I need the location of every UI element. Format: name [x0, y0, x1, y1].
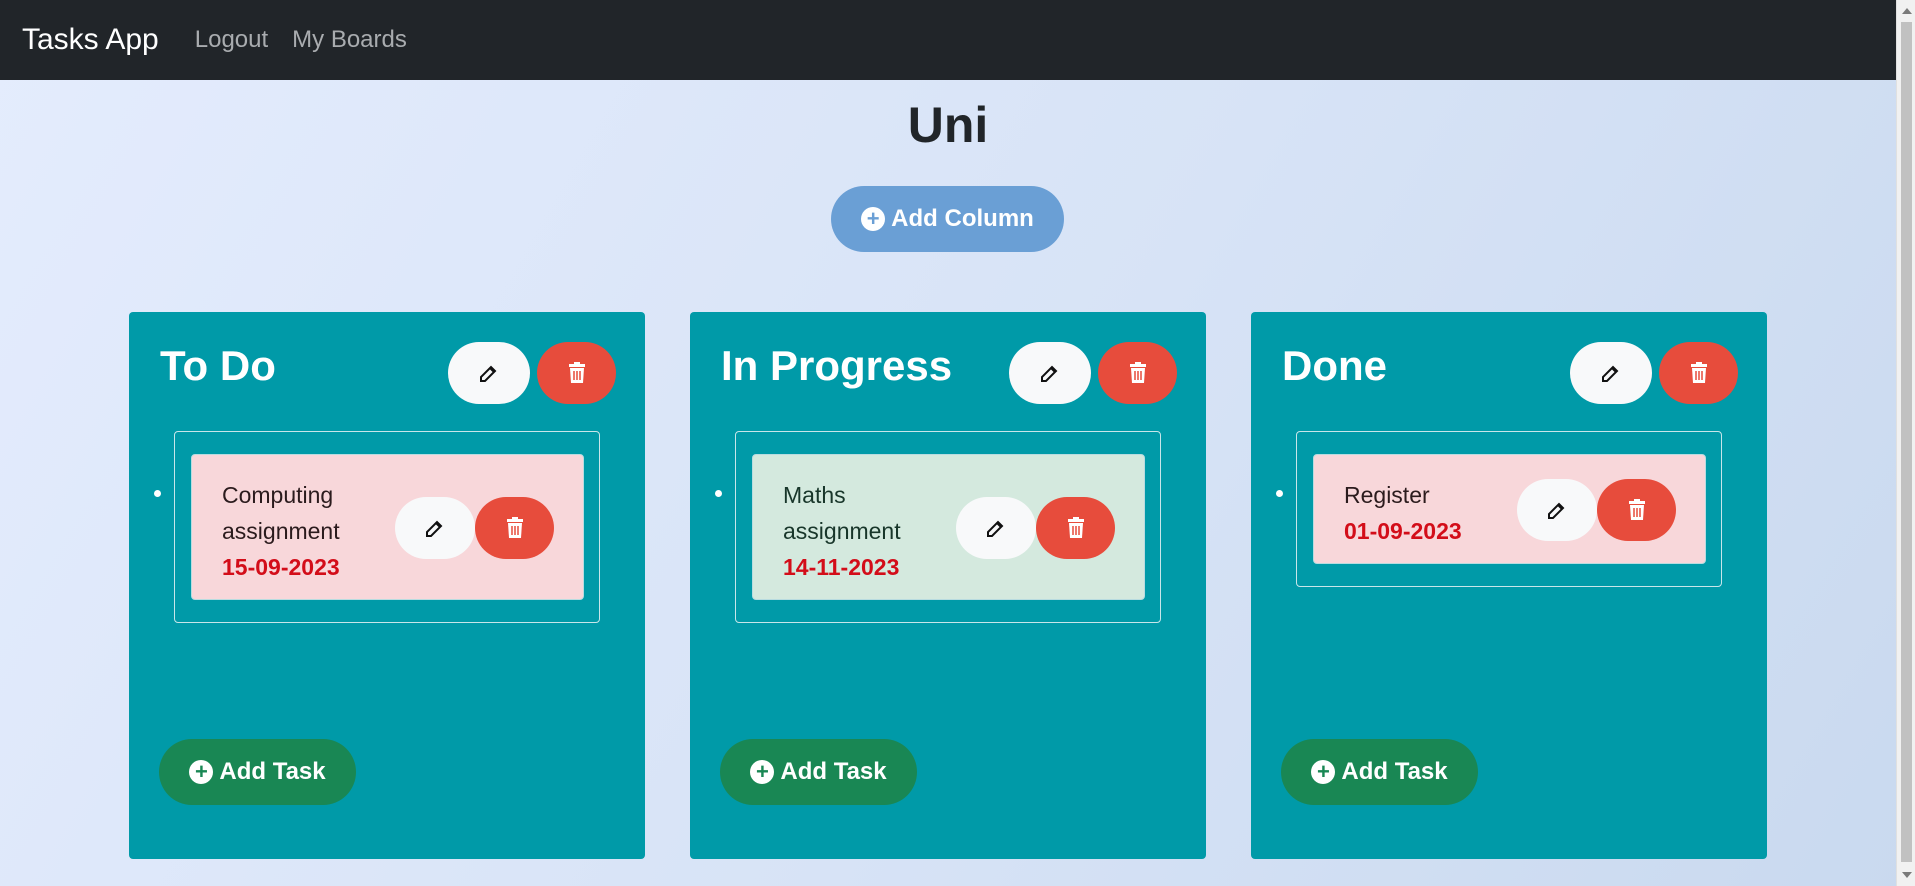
trash-icon [1689, 362, 1709, 384]
add-task-label: Add Task [219, 758, 326, 785]
plus-circle-icon: + [750, 760, 775, 784]
list-bullet [154, 490, 161, 497]
vertical-scrollbar[interactable] [1896, 0, 1915, 886]
task-card[interactable]: Computing assignment 15-09-2023 [191, 454, 584, 600]
edit-icon [1038, 361, 1062, 385]
task-name: Computing assignment [222, 482, 340, 544]
edit-icon [423, 516, 447, 540]
add-task-label: Add Task [780, 758, 887, 785]
add-task-label: Add Task [1341, 758, 1448, 785]
delete-task-button[interactable] [1036, 497, 1115, 559]
add-column-button[interactable]: + Add Column [831, 186, 1064, 252]
edit-column-button[interactable] [1009, 342, 1091, 404]
edit-column-button[interactable] [448, 342, 530, 404]
column-in-progress: In Progress Maths assignment 14-11-2023 [690, 312, 1206, 859]
edit-column-button[interactable] [1570, 342, 1652, 404]
add-task-button[interactable]: + Add Task [159, 739, 356, 805]
brand-link[interactable]: Tasks App [22, 23, 159, 57]
scrollbar-thumb[interactable] [1901, 22, 1912, 862]
plus-circle-icon: + [189, 760, 214, 784]
edit-icon [1599, 361, 1623, 385]
scroll-up-arrow-icon[interactable] [1902, 8, 1912, 14]
edit-task-button[interactable] [1517, 479, 1597, 541]
delete-column-button[interactable] [537, 342, 616, 404]
logout-link[interactable]: Logout [195, 26, 268, 54]
delete-task-button[interactable] [475, 497, 554, 559]
edit-icon [984, 516, 1008, 540]
trash-icon [1128, 362, 1148, 384]
add-task-button[interactable]: + Add Task [720, 739, 917, 805]
edit-icon [1545, 498, 1569, 522]
delete-column-button[interactable] [1098, 342, 1177, 404]
plus-circle-icon: + [861, 207, 886, 231]
column-to-do: To Do Computing assignment 15-09-2023 + … [129, 312, 645, 859]
list-bullet [715, 490, 722, 497]
scroll-down-arrow-icon[interactable] [1902, 872, 1912, 878]
task-name-wrapper: Computing assignment 15-09-2023 [222, 477, 372, 585]
edit-task-button[interactable] [395, 497, 475, 559]
edit-task-button[interactable] [956, 497, 1036, 559]
task-card[interactable]: Maths assignment 14-11-2023 [752, 454, 1145, 600]
add-task-button[interactable]: + Add Task [1281, 739, 1478, 805]
trash-icon [1066, 517, 1086, 539]
delete-task-button[interactable] [1597, 479, 1676, 541]
column-title: In Progress [721, 342, 953, 389]
task-due-date: 15-09-2023 [222, 554, 340, 580]
task-name-wrapper: Maths assignment 14-11-2023 [783, 477, 933, 585]
navbar: Tasks App Logout My Boards [0, 0, 1896, 80]
task-name-wrapper: Register 01-09-2023 [1344, 477, 1514, 549]
task-due-date: 14-11-2023 [783, 554, 900, 580]
task-list: Maths assignment 14-11-2023 [715, 431, 1161, 623]
delete-column-button[interactable] [1659, 342, 1738, 404]
plus-circle-icon: + [1311, 760, 1336, 784]
task-card[interactable]: Register 01-09-2023 [1313, 454, 1706, 564]
trash-icon [567, 362, 587, 384]
task-name: Maths assignment [783, 482, 901, 544]
column-done: Done Register 01-09-2023 + Add Task [1251, 312, 1767, 859]
my-boards-link[interactable]: My Boards [292, 26, 407, 54]
column-title: Done [1282, 342, 1387, 389]
trash-icon [505, 517, 525, 539]
trash-icon [1627, 499, 1647, 521]
add-column-label: Add Column [891, 205, 1034, 232]
list-bullet [1276, 490, 1283, 497]
task-list: Register 01-09-2023 [1276, 431, 1722, 587]
task-name: Register [1344, 482, 1430, 508]
board-title: Uni [907, 97, 989, 153]
column-title: To Do [160, 342, 276, 389]
task-due-date: 01-09-2023 [1344, 518, 1462, 544]
task-list: Computing assignment 15-09-2023 [154, 431, 600, 623]
edit-icon [477, 361, 501, 385]
